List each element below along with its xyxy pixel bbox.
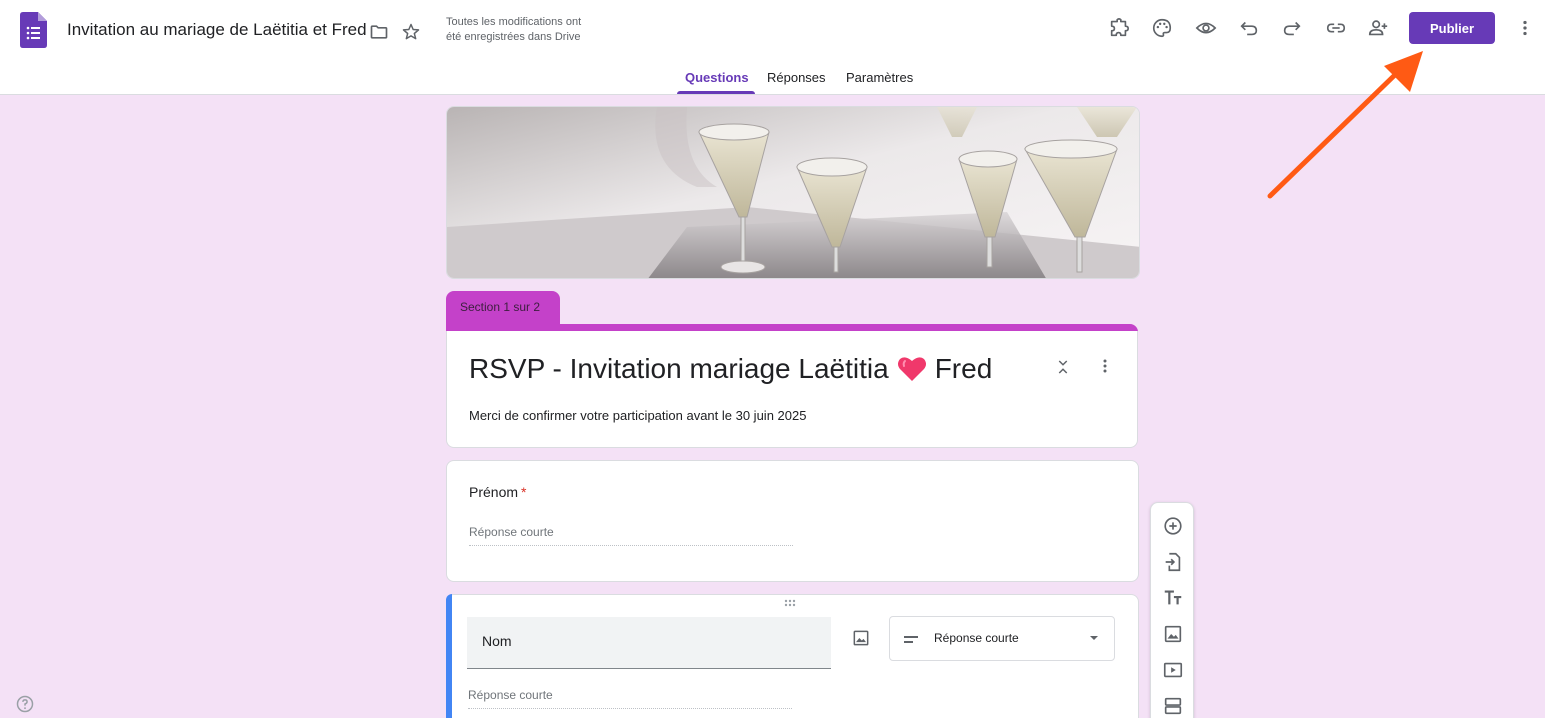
question-card-prenom[interactable]: Prénom * Réponse courte <box>446 460 1139 582</box>
star-icon[interactable] <box>399 20 423 44</box>
tab-responses[interactable]: Réponses <box>767 70 826 85</box>
add-video-icon[interactable] <box>1161 658 1185 682</box>
form-title-text: Fred <box>934 353 993 384</box>
preview-eye-icon[interactable] <box>1194 16 1218 40</box>
form-description[interactable]: Merci de confirmer votre participation a… <box>469 408 806 423</box>
short-answer-placeholder: Réponse courte <box>469 525 793 546</box>
dropdown-arrow-icon <box>1090 636 1098 640</box>
required-asterisk: * <box>521 484 527 500</box>
floating-toolbar <box>1150 502 1194 718</box>
folder-icon[interactable] <box>367 20 391 44</box>
link-icon[interactable] <box>1324 16 1348 40</box>
section-more-icon[interactable] <box>1093 354 1117 378</box>
save-status-line: Toutes les modifications ont <box>446 16 582 28</box>
help-icon[interactable] <box>15 694 35 714</box>
question-title-text: Prénom <box>469 484 519 500</box>
import-questions-icon[interactable] <box>1161 550 1185 574</box>
focused-question-indicator <box>446 594 452 718</box>
forms-logo-icon[interactable] <box>20 12 47 48</box>
active-tab-indicator <box>677 91 755 94</box>
redo-icon[interactable] <box>1280 16 1304 40</box>
question-type-label: Réponse courte <box>934 631 1019 645</box>
app-header: Invitation au mariage de Laëtitia et Fre… <box>0 0 1545 95</box>
save-status-line: été enregistrées dans Drive <box>446 31 581 43</box>
addons-icon[interactable] <box>1107 16 1131 40</box>
drag-handle-icon[interactable] <box>784 599 800 607</box>
collapse-section-icon[interactable] <box>1051 355 1075 379</box>
more-vert-icon[interactable] <box>1513 16 1537 40</box>
publish-button[interactable]: Publier <box>1409 12 1495 44</box>
document-title[interactable]: Invitation au mariage de Laëtitia et Fre… <box>67 20 367 40</box>
section-label: Section 1 sur 2 <box>446 291 560 327</box>
save-status: Toutes les modifications ont été enregis… <box>446 15 616 45</box>
palette-icon[interactable] <box>1150 16 1174 40</box>
short-answer-placeholder: Réponse courte <box>468 688 792 709</box>
form-title-text: RSVP - Invitation mariage Laëtitia <box>469 353 889 384</box>
question-type-select[interactable]: Réponse courte <box>889 616 1115 661</box>
header-banner-image <box>446 106 1140 279</box>
undo-icon[interactable] <box>1237 16 1261 40</box>
form-title-card[interactable]: RSVP - Invitation mariage Laëtitia Fred … <box>446 331 1138 448</box>
add-image-icon[interactable] <box>1161 622 1185 646</box>
short-text-icon <box>904 636 918 643</box>
tab-questions[interactable]: Questions <box>685 70 749 85</box>
question-title-input[interactable]: Nom <box>467 617 831 669</box>
question-card-nom[interactable]: Nom Réponse courte Réponse courte <box>446 594 1139 718</box>
question-title: Prénom * <box>469 484 526 500</box>
add-section-icon[interactable] <box>1161 694 1185 718</box>
form-title[interactable]: RSVP - Invitation mariage Laëtitia Fred <box>469 353 992 385</box>
add-title-description-icon[interactable] <box>1161 586 1185 610</box>
add-image-icon[interactable] <box>849 626 873 650</box>
tab-bar: Questions Réponses Paramètres <box>0 60 1545 95</box>
add-question-icon[interactable] <box>1161 514 1185 538</box>
heart-icon <box>897 357 926 381</box>
add-collaborator-icon[interactable] <box>1366 16 1390 40</box>
tab-settings[interactable]: Paramètres <box>846 70 913 85</box>
